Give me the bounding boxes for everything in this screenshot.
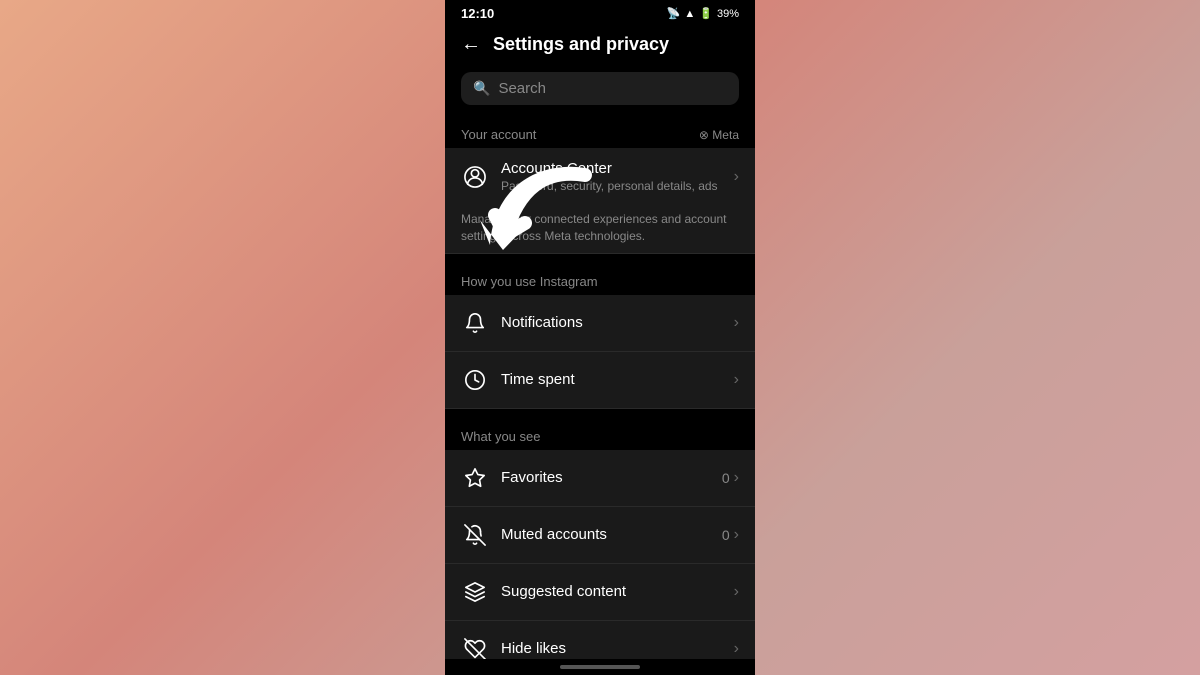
muted-accounts-title: Muted accounts [501, 526, 722, 543]
time-spent-icon [461, 366, 489, 394]
hide-likes-item[interactable]: Hide likes › [445, 621, 755, 659]
home-indicator [560, 665, 640, 669]
your-account-label: Your account [461, 127, 536, 142]
muted-accounts-text: Muted accounts [501, 526, 722, 543]
status-time: 12:10 [461, 6, 494, 21]
notifications-chevron: › [734, 314, 739, 332]
phone-container: 12:10 📡 ▲ 🔋 39% ← Settings and privacy 🔍… [445, 0, 755, 675]
battery-icon: 🔋 [699, 7, 713, 20]
hide-likes-text: Hide likes [501, 640, 734, 657]
notifications-text: Notifications [501, 314, 734, 331]
status-icons: 📡 ▲ 🔋 39% [667, 7, 739, 20]
notifications-title: Notifications [501, 314, 734, 331]
suggested-content-text: Suggested content [501, 583, 734, 600]
signal-icon: ▲ [684, 8, 695, 20]
muted-accounts-chevron: › [734, 526, 739, 544]
time-spent-item[interactable]: Time spent › [445, 352, 755, 409]
notifications-item[interactable]: Notifications › [445, 295, 755, 352]
favorites-right: 0 › [722, 469, 739, 487]
layers-icon [464, 581, 486, 603]
heart-off-icon [464, 638, 486, 659]
notifications-right: › [734, 314, 739, 332]
time-spent-title: Time spent [501, 371, 734, 388]
hide-likes-right: › [734, 640, 739, 658]
meta-logo: ⊗ Meta [699, 128, 739, 142]
page-header: ← Settings and privacy [445, 25, 755, 66]
favorites-badge: 0 [722, 470, 730, 486]
battery-percent: 39% [717, 8, 739, 20]
suggested-content-item[interactable]: Suggested content › [445, 564, 755, 621]
accounts-center-subtitle: Password, security, personal details, ad… [501, 179, 734, 193]
favorites-icon [461, 464, 489, 492]
back-button[interactable]: ← [461, 33, 481, 56]
time-spent-right: › [734, 371, 739, 389]
accounts-center-title: Accounts Center [501, 160, 734, 177]
favorites-chevron: › [734, 469, 739, 487]
suggested-content-right: › [734, 583, 739, 601]
page-title: Settings and privacy [493, 34, 669, 55]
bottom-bar [445, 659, 755, 675]
what-you-see-label: What you see [461, 429, 541, 444]
favorites-item[interactable]: Favorites 0 › [445, 450, 755, 507]
muted-accounts-icon [461, 521, 489, 549]
accounts-center-icon [461, 163, 489, 191]
notifications-icon [461, 309, 489, 337]
suggested-content-icon [461, 578, 489, 606]
accounts-center-item[interactable]: Accounts Center Password, security, pers… [445, 148, 755, 205]
wifi-icon: 📡 [667, 7, 681, 20]
time-spent-text: Time spent [501, 371, 734, 388]
muted-accounts-item[interactable]: Muted accounts 0 › [445, 507, 755, 564]
time-spent-chevron: › [734, 371, 739, 389]
your-account-section-label: Your account ⊗ Meta [445, 115, 755, 148]
how-you-use-label: How you use Instagram [461, 274, 598, 289]
accounts-center-right: › [734, 168, 739, 186]
divider-2 [445, 409, 755, 417]
status-bar: 12:10 📡 ▲ 🔋 39% [445, 0, 755, 25]
clock-icon [464, 369, 486, 391]
star-icon [464, 467, 486, 489]
bell-icon [464, 312, 486, 334]
suggested-content-chevron: › [734, 583, 739, 601]
favorites-text: Favorites [501, 469, 722, 486]
settings-content: Your account ⊗ Meta Accounts Center Pass… [445, 115, 755, 659]
person-circle-icon [464, 166, 486, 188]
suggested-content-title: Suggested content [501, 583, 734, 600]
bell-off-icon [464, 524, 486, 546]
search-icon: 🔍 [473, 80, 490, 97]
favorites-title: Favorites [501, 469, 722, 486]
how-you-use-section-label: How you use Instagram [445, 262, 755, 295]
search-input[interactable]: Search [498, 80, 546, 97]
accounts-center-chevron: › [734, 168, 739, 186]
muted-accounts-badge: 0 [722, 527, 730, 543]
accounts-center-description: Manage your connected experiences and ac… [445, 205, 755, 254]
hide-likes-icon [461, 635, 489, 659]
muted-accounts-right: 0 › [722, 526, 739, 544]
search-container: 🔍 Search [445, 66, 755, 115]
what-you-see-section-label: What you see [445, 417, 755, 450]
accounts-center-text: Accounts Center Password, security, pers… [501, 160, 734, 193]
search-box[interactable]: 🔍 Search [461, 72, 739, 105]
divider-1 [445, 254, 755, 262]
hide-likes-title: Hide likes [501, 640, 734, 657]
hide-likes-chevron: › [734, 640, 739, 658]
